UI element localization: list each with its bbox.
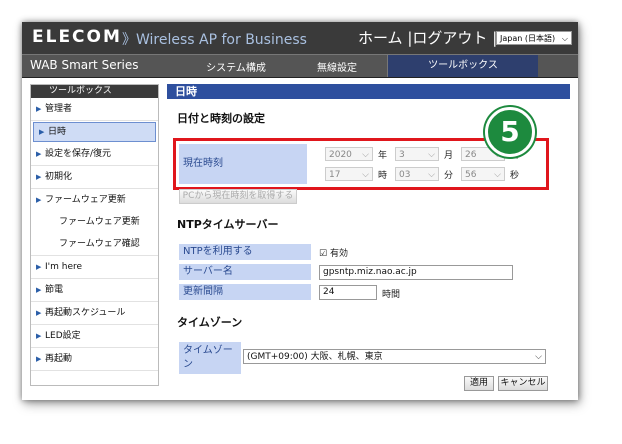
sidebar-item-reset[interactable]: ▶ 初期化 <box>31 166 158 189</box>
interval-label: 更新間隔 <box>179 284 311 300</box>
timezone-section-title: タイムゾーン <box>177 316 243 329</box>
sidebar-item-label: 日時 <box>48 127 67 137</box>
logout-link[interactable]: ログアウト <box>412 29 487 47</box>
chevron-down-icon: ⌵ <box>535 352 542 362</box>
server-label: サーバー名 <box>179 264 311 280</box>
arrow-right-icon: ▶ <box>36 196 42 204</box>
cancel-button[interactable]: キャンセル <box>498 376 548 391</box>
nav-bar: WAB Smart Series システム構成 無線設定 ツールボックス <box>22 54 578 78</box>
use-ntp-label: NTPを利用する <box>179 244 311 260</box>
arrow-right-icon: ▶ <box>36 286 42 294</box>
language-value: Japan (日本語) <box>500 34 556 43</box>
use-ntp-value: 有効 <box>329 249 348 259</box>
sidebar-heading: ツールボックス <box>31 85 158 98</box>
app-window: ELECOM 》Wireless AP for Business ホーム |ログ… <box>22 22 578 400</box>
sidebar-item-label: LED設定 <box>45 331 81 341</box>
datetime-section-title: 日付と時刻の設定 <box>177 112 265 125</box>
sidebar-item-reboot[interactable]: ▶ 再起動 <box>31 348 158 371</box>
step-number: 5 <box>500 115 519 148</box>
sidebar: ツールボックス ▶ 管理者 ▶ 日時 ▶ 設定を保存/復元 ▶ 初期化 ▶ ファームウェア… <box>30 84 159 386</box>
sidebar-item-led[interactable]: ▶ LED設定 <box>31 325 158 348</box>
chevron-down-icon: ⌵ <box>561 34 568 43</box>
sidebar-item-label: 設定を保存/復元 <box>45 149 112 159</box>
apply-button[interactable]: 適用 <box>464 376 494 391</box>
ntp-section-title: NTPタイムサーバー <box>177 218 279 231</box>
sidebar-item-label: 再起動スケジュール <box>45 308 126 318</box>
arrow-right-icon: ▶ <box>39 128 45 136</box>
tab-wireless[interactable]: 無線設定 <box>297 59 377 77</box>
arrow-right-icon: ▶ <box>36 105 42 113</box>
sidebar-item-datetime[interactable]: ▶ 日時 <box>33 122 156 142</box>
product-name: 》Wireless AP for Business <box>122 32 307 48</box>
sidebar-item-firmware[interactable]: ▶ ファームウェア更新 <box>31 189 158 211</box>
elecom-logo: ELECOM <box>32 27 122 47</box>
sidebar-item-power-saving[interactable]: ▶ 節電 <box>31 279 158 302</box>
page-title: 日時 <box>167 84 570 99</box>
sidebar-item-reboot-schedule[interactable]: ▶ 再起動スケジュール <box>31 302 158 325</box>
use-ntp-checkbox[interactable]: ☑ 有効 <box>319 246 348 259</box>
home-link[interactable]: ホーム <box>358 29 403 47</box>
server-input[interactable]: gpsntp.miz.nao.ac.jp <box>319 265 513 280</box>
timezone-value: (GMT+09:00) 大阪、札幌、東京 <box>247 352 383 362</box>
sidebar-item-label: 節電 <box>45 285 64 295</box>
language-select[interactable]: Japan (日本語) ⌵ <box>496 31 572 45</box>
sidebar-item-save-restore[interactable]: ▶ 設定を保存/復元 <box>31 143 158 166</box>
tab-system[interactable]: システム構成 <box>192 59 280 77</box>
sidebar-item-label: 初期化 <box>45 172 73 182</box>
sidebar-item-label: ファームウェア更新 <box>45 195 126 205</box>
arrow-right-icon: ▶ <box>36 355 42 363</box>
sidebar-item-firmware-check[interactable]: ファームウェア確認 <box>31 233 158 256</box>
sidebar-item-firmware-update[interactable]: ファームウェア更新 <box>31 211 158 233</box>
sidebar-item-admin[interactable]: ▶ 管理者 <box>31 98 158 121</box>
arrow-right-icon: ▶ <box>36 173 42 181</box>
sidebar-item-label: I'm here <box>45 262 83 272</box>
top-links: ホーム |ログアウト | <box>358 27 497 48</box>
tab-toolbox[interactable]: ツールボックス <box>387 55 538 77</box>
sidebar-item-label: 管理者 <box>45 104 73 114</box>
arrow-right-icon: ▶ <box>36 309 42 317</box>
timezone-select[interactable]: (GMT+09:00) 大阪、札幌、東京 ⌵ <box>243 349 546 364</box>
top-bar: ELECOM 》Wireless AP for Business ホーム |ログ… <box>22 22 578 54</box>
get-from-pc-button[interactable]: PCから現在時刻を取得する <box>179 189 297 204</box>
interval-unit: 時間 <box>382 290 401 300</box>
sidebar-item-label: 再起動 <box>45 354 73 364</box>
step-number-badge: 5 <box>485 107 535 157</box>
timezone-label: タイムゾー ン <box>179 342 241 374</box>
arrow-right-icon: ▶ <box>36 150 42 158</box>
checkbox-checked-icon: ☑ <box>319 249 328 259</box>
interval-input[interactable]: 24 <box>319 285 377 300</box>
step-number-icon: 5 <box>500 115 519 148</box>
sidebar-item-im-here[interactable]: ▶ I'm here <box>31 256 158 279</box>
arrow-right-icon: ▶ <box>36 332 42 340</box>
arrow-right-icon: ▶ <box>36 263 42 271</box>
series-name: WAB Smart Series <box>30 58 139 72</box>
